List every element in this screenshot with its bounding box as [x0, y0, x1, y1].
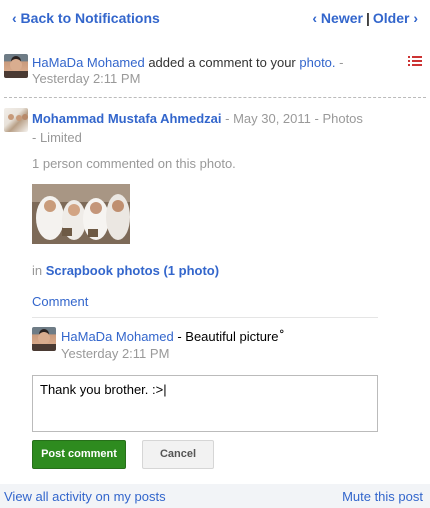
notification-time: Yesterday 2:11 PM	[32, 71, 141, 86]
mohammad-avatar[interactable]	[4, 108, 28, 132]
hamada-avatar[interactable]	[4, 54, 28, 78]
post-date: May 30, 2011	[233, 111, 311, 126]
cancel-button[interactable]: Cancel	[142, 440, 214, 469]
divider	[4, 97, 426, 98]
pager-separator: |	[365, 10, 370, 26]
post-visibility: Limited	[39, 130, 82, 145]
photo-image	[32, 184, 130, 244]
notification-photo-link[interactable]: photo.	[299, 55, 335, 70]
album-prefix: in	[32, 263, 46, 278]
notification-dash: -	[335, 55, 344, 70]
post-dash-2: -	[310, 111, 323, 126]
comment-item: HaMaDa Mohamed - Beautiful picture‎ْ Yes…	[61, 328, 410, 362]
notification-user-link[interactable]: HaMaDa Mohamed	[32, 55, 145, 70]
comment-count-text: 1 person commented on this photo.	[32, 156, 236, 171]
album-line: in Scrapbook photos (1 photo)	[32, 263, 219, 278]
post-dash-1: -	[221, 111, 234, 126]
list-icon[interactable]	[408, 56, 422, 67]
comment-input[interactable]	[32, 375, 378, 432]
comment-link[interactable]: Comment	[32, 294, 88, 309]
pager: ‹ Newer | Older ›	[312, 10, 418, 26]
notification-summary: HaMaDa Mohamed added a comment to your p…	[32, 55, 400, 87]
back-to-notifications-link[interactable]: ‹ Back to Notifications	[12, 10, 160, 26]
reply-text: - Beautiful picture‎ْ	[173, 329, 279, 344]
post-dash-3: -	[32, 130, 40, 145]
comment-divider	[32, 317, 378, 318]
post-photo-thumbnail[interactable]	[32, 184, 130, 244]
view-all-activity-link[interactable]: View all activity on my posts	[4, 489, 166, 504]
notification-text: added a comment to your	[144, 55, 300, 70]
top-navigation: ‹ Back to Notifications ‹ Newer | Older ›	[12, 10, 418, 30]
mute-post-link[interactable]: Mute this post	[342, 489, 423, 504]
album-link[interactable]: Scrapbook photos (1 photo)	[46, 263, 219, 278]
post-header: Mohammad Mustafa Ahmedzai - May 30, 2011…	[32, 109, 390, 147]
footer-bar: View all activity on my posts Mute this …	[0, 484, 430, 508]
reply-time: Yesterday 2:11 PM	[61, 346, 170, 361]
post-category: Photos	[322, 111, 363, 126]
older-link[interactable]: Older ›	[373, 10, 418, 26]
reply-user-link[interactable]: HaMaDa Mohamed	[61, 329, 174, 344]
post-comment-button[interactable]: Post comment	[32, 440, 126, 469]
newer-link[interactable]: ‹ Newer	[312, 10, 363, 26]
reply-avatar[interactable]	[32, 327, 56, 351]
post-author-link[interactable]: Mohammad Mustafa Ahmedzai	[32, 111, 222, 126]
